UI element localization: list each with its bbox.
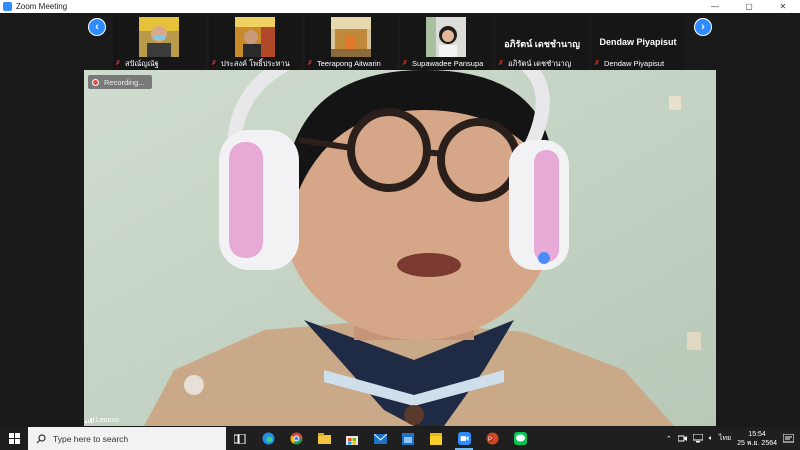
chrome-icon[interactable] [282,427,310,450]
edge-icon[interactable] [254,427,282,450]
recording-indicator[interactable]: Recording... [88,75,153,89]
close-button[interactable]: ✕ [766,0,800,13]
minimize-button[interactable]: — [698,0,732,13]
participant-name: สปัณ์ญณัฐ [125,58,159,68]
participant-name: Teerapong Aitwarin [317,59,381,68]
powerpoint-icon[interactable]: P [478,427,506,450]
active-speaker-video[interactable] [84,70,716,426]
participant-tile[interactable]: ✗ สปัณ์ญณัฐ [113,15,205,70]
record-dot-icon [92,78,99,86]
system-tray: ⌃ 🔈︎ ไทย 15:54 25 พ.ย. 2564 [666,427,800,450]
store-icon[interactable] [338,427,366,450]
participant-tile[interactable]: ✗ Teerapong Aitwarin [305,15,397,70]
volume-icon[interactable]: 🔈︎ [709,435,713,443]
window-title: Zoom Meeting [16,2,68,11]
search-icon [36,433,46,443]
svg-text:P: P [487,437,491,443]
muted-mic-icon: ✗ [307,60,313,67]
participant-tile[interactable]: อภิรัตน์ เดชชำนาญ ✗ อภิรัตน์ เดชชำนาญ [496,15,588,70]
participant-tile[interactable]: ✗ ประสงค์ โพธิ์ประทาน [209,15,301,70]
participant-video-thumbnail [235,17,275,57]
participant-display-name: Dendaw Piyapisut [599,37,677,47]
muted-mic-icon: ✗ [402,60,408,67]
file-explorer-icon[interactable] [310,427,338,450]
camera-label: Lenovo [85,415,119,425]
taskbar-search-box[interactable]: Type here to search [28,427,226,450]
search-placeholder: Type here to search [53,433,129,444]
maximize-button[interactable]: ▢ [732,0,766,13]
line-icon[interactable] [506,427,534,450]
participant-video-thumbnail [426,17,466,57]
window-title-bar: Zoom Meeting — ▢ ✕ [0,0,800,13]
clock-time: 15:54 [748,430,766,438]
participant-video-thumbnail [139,17,179,57]
muted-mic-icon: ✗ [594,60,600,67]
muted-mic-icon: ✗ [498,60,504,67]
participant-video-thumbnail [331,17,371,57]
start-button[interactable] [0,427,28,450]
zoom-app-icon [3,2,12,11]
sticky-notes-icon[interactable] [422,427,450,450]
chevron-left-icon[interactable]: ‹ [88,18,106,36]
muted-mic-icon: ✗ [115,60,121,67]
taskbar-clock[interactable]: 15:54 25 พ.ย. 2564 [737,430,777,448]
windows-logo-icon [8,433,20,444]
input-language[interactable]: ไทย [719,433,731,444]
camera-tray-icon[interactable] [677,434,687,443]
participant-name: อภิรัตน์ เดชชำนาญ [508,58,572,68]
participant-tile[interactable]: Dendaw Piyapisut ✗ Dendaw Piyapisut [592,15,684,70]
show-hidden-icons-icon[interactable]: ⌃ [666,435,672,443]
signal-strength-icon [85,417,94,423]
notifications-icon[interactable] [783,433,794,444]
speaker-video-frame [84,70,716,426]
participant-display-name: อภิรัตน์ เดชชำนาญ [504,39,580,49]
calendar-icon[interactable] [394,427,422,450]
recording-label: Recording... [104,77,145,87]
mail-icon[interactable] [366,427,394,450]
zoom-icon[interactable] [450,427,478,450]
participant-tile[interactable]: ✗ Supawadee Pansupa [400,15,492,70]
windows-taskbar: Type here to search P ⌃ 🔈︎ ไทย 15:54 25 … [0,427,800,450]
camera-name: Lenovo [96,416,119,424]
participant-name: ประสงค์ โพธิ์ประทาน [221,58,290,68]
chevron-right-icon[interactable]: › [694,18,712,36]
network-icon[interactable] [692,434,703,443]
participant-name: Dendaw Piyapisut [604,59,665,68]
muted-mic-icon: ✗ [211,60,217,67]
participant-name: Supawadee Pansupa [412,59,484,68]
task-view-icon[interactable] [226,427,254,450]
clock-date: 25 พ.ย. 2564 [737,439,777,447]
